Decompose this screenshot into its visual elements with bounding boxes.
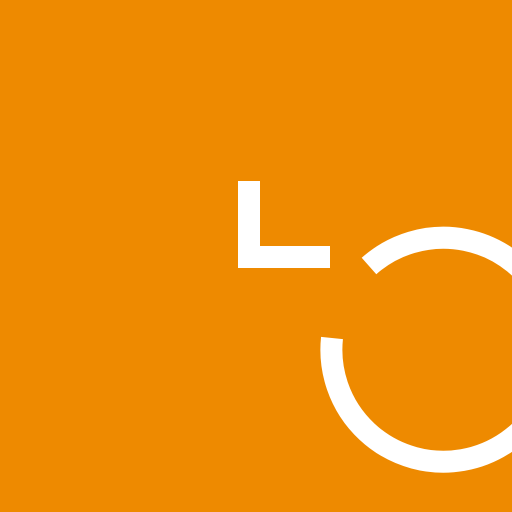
app-icon-tile[interactable] [0, 0, 512, 512]
clock-hands [238, 181, 330, 268]
clock-icon [238, 181, 512, 473]
clock-ring [320, 226, 512, 473]
